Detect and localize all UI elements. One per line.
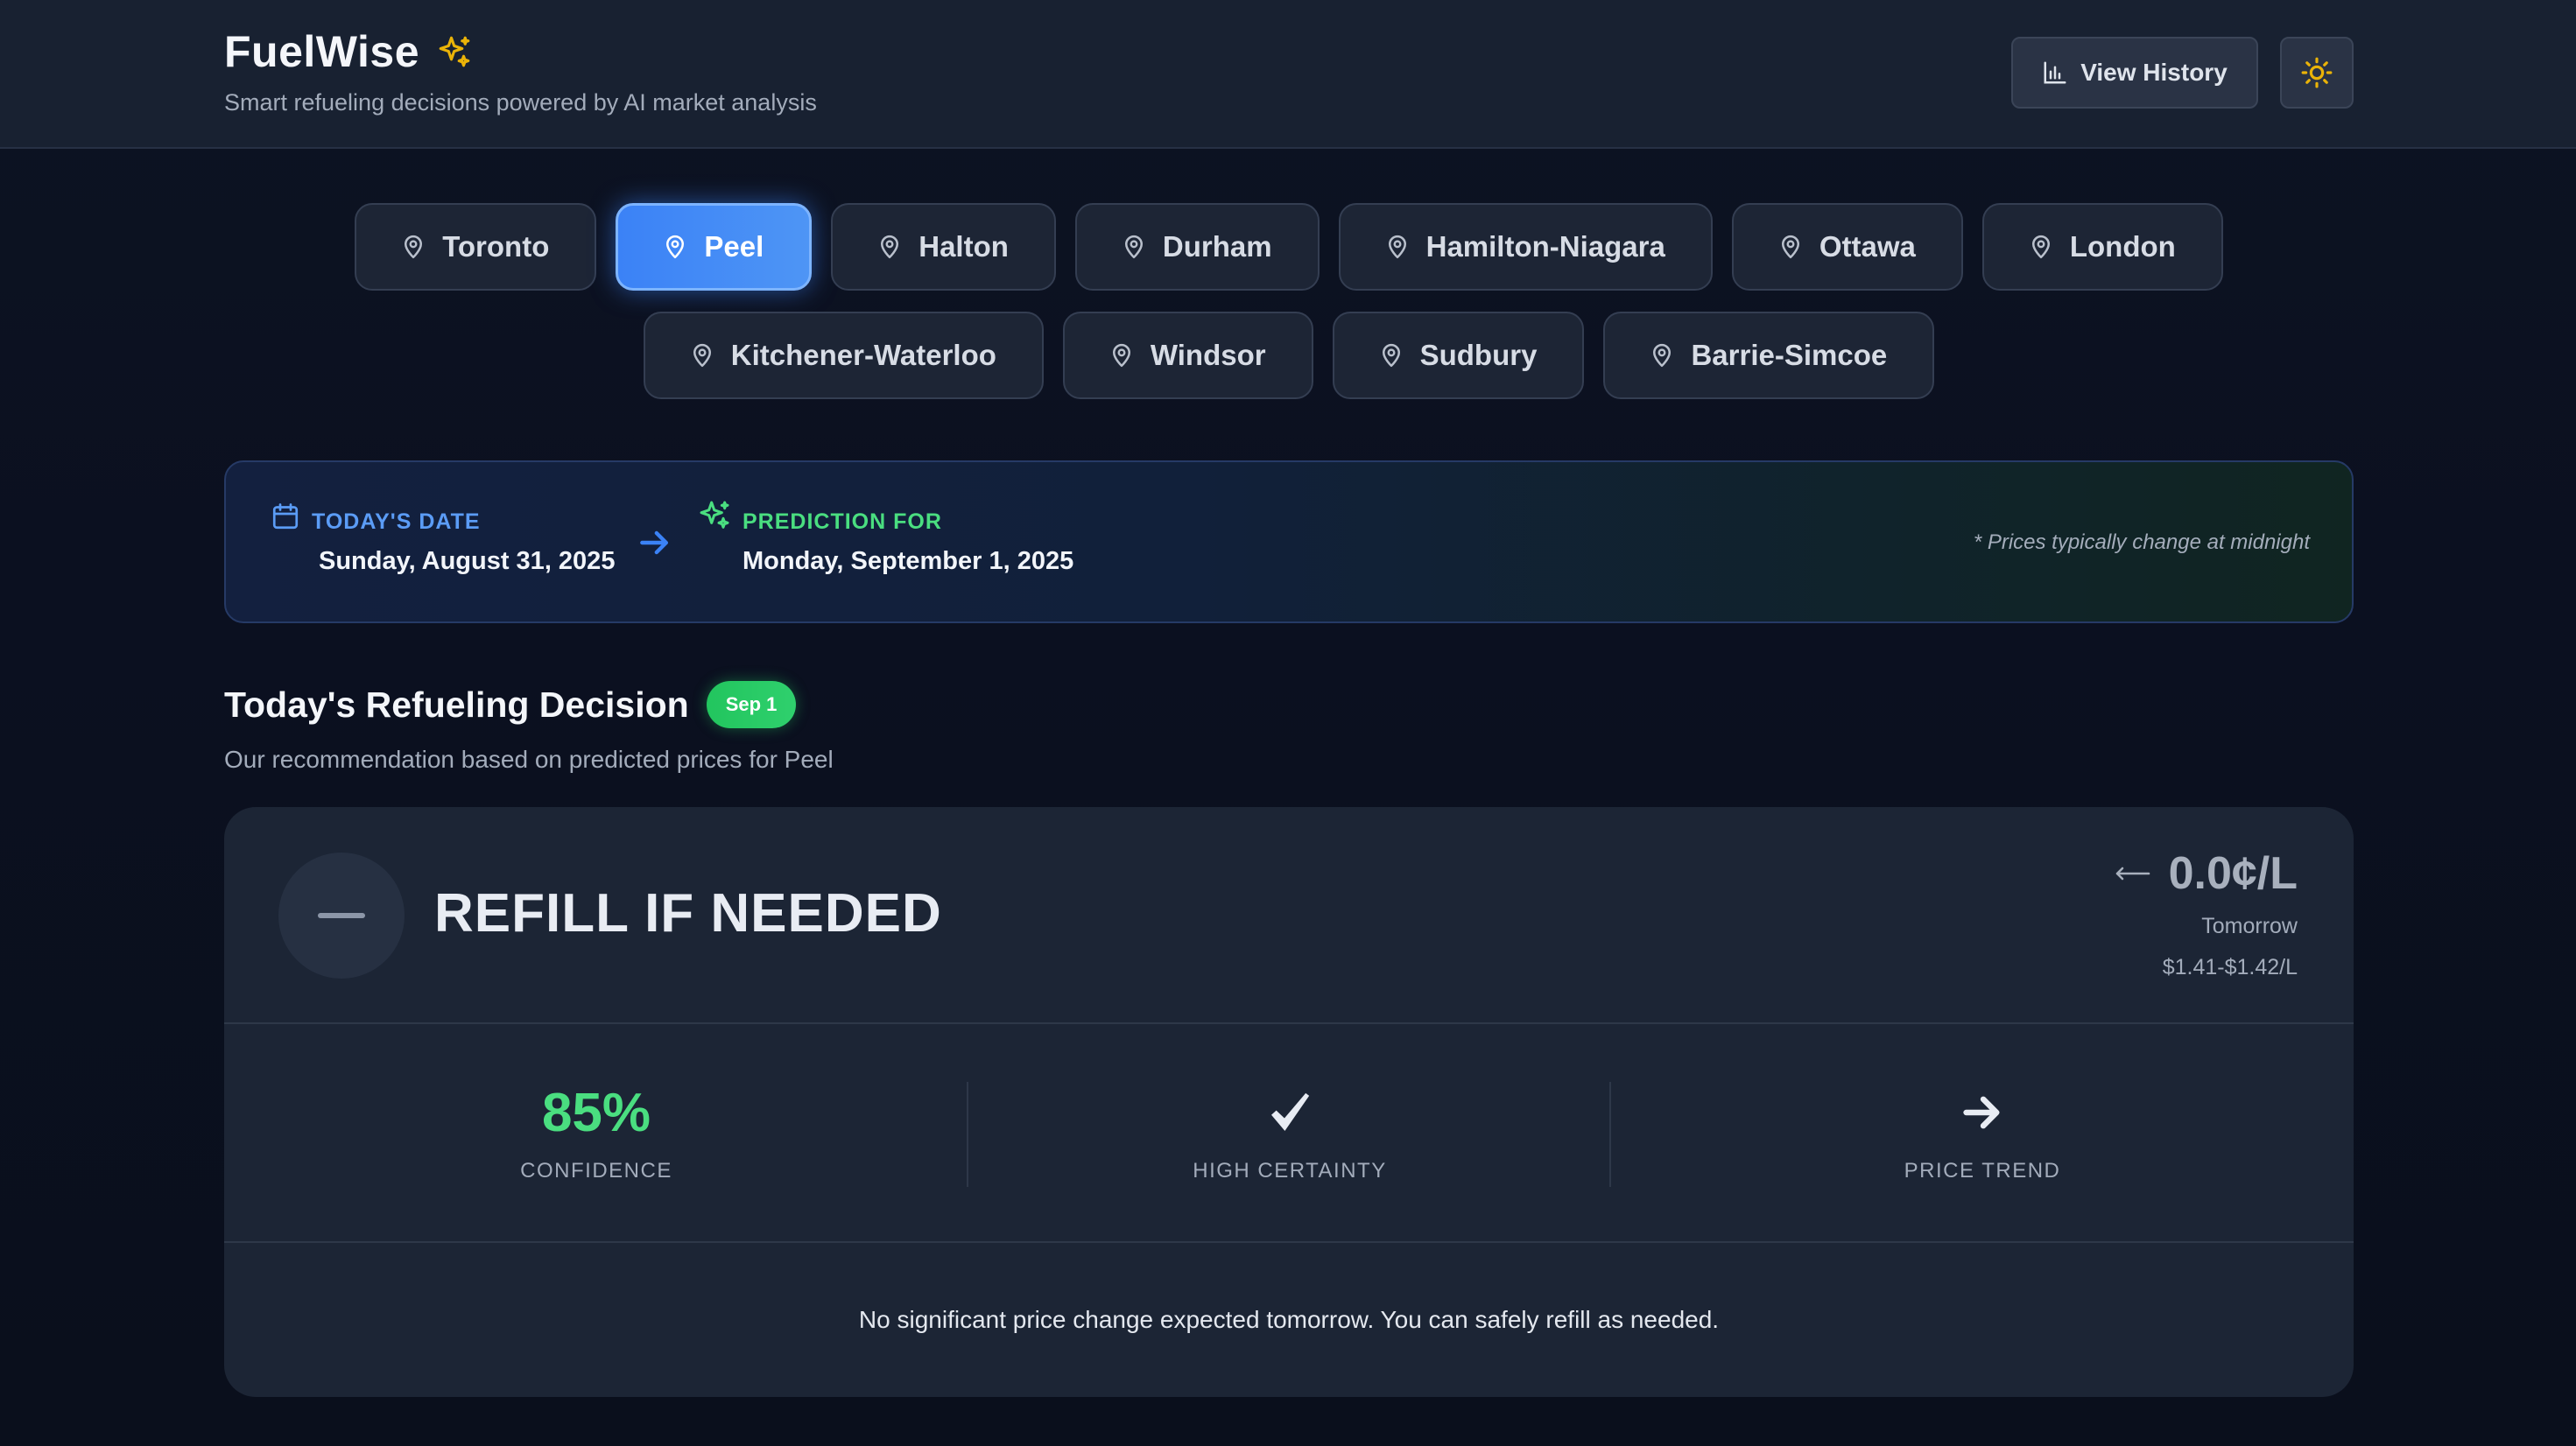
today-label: TODAY'S DATE [312, 509, 481, 534]
region-pill-hamilton-niagara[interactable]: Hamilton-Niagara [1338, 203, 1713, 291]
stats-row: 85% CONFIDENCE HIGH CERTAINTY PRICE TREN… [224, 1024, 2354, 1243]
price-change-when: Tomorrow [2201, 914, 2298, 938]
map-pin-icon [666, 235, 685, 259]
region-pill-halton[interactable]: Halton [831, 203, 1056, 291]
confidence-label: CONFIDENCE [520, 1159, 672, 1183]
region-selector: Toronto Peel Halton Durham Hamilton-Niagara O… [224, 203, 2354, 420]
view-history-label: View History [2080, 59, 2228, 86]
prediction-date-block: PREDICTION FOR Monday, September 1, 2025 [697, 501, 1074, 576]
map-pin-icon [693, 343, 711, 368]
region-pill-sudbury[interactable]: Sudbury [1332, 312, 1585, 399]
region-row: Toronto Peel Halton Durham Hamilton-Niagara O… [224, 203, 2354, 291]
date-banner: TODAY'S DATE Sunday, August 31, 2025 PRE… [224, 460, 2354, 623]
region-pill-label: Barrie-Simcoe [1691, 339, 1888, 371]
region-pill-windsor[interactable]: Windsor [1062, 312, 1313, 399]
confidence-stat: 85% CONFIDENCE [224, 1024, 968, 1241]
certainty-stat: HIGH CERTAINTY [968, 1024, 1611, 1241]
today-date-block: TODAY'S DATE Sunday, August 31, 2025 [270, 502, 616, 576]
region-pill-ottawa[interactable]: Ottawa [1731, 203, 1963, 291]
map-pin-icon [1781, 235, 1799, 259]
region-row: Kitchener-Waterloo Windsor Sudbury Barrie-S… [224, 312, 2354, 399]
map-pin-icon [881, 235, 899, 259]
theme-toggle-button[interactable] [2280, 37, 2354, 109]
recommendation-text: REFILL IF NEEDED [434, 883, 942, 944]
region-pill-label: Sudbury [1419, 339, 1538, 371]
brand: FuelWise Smart refueling decisions power… [224, 26, 817, 116]
trend-stat: PRICE TREND [1611, 1024, 2354, 1241]
map-pin-icon [405, 235, 423, 259]
app-subtitle: Smart refueling decisions powered by AI … [224, 89, 817, 116]
region-pill-durham[interactable]: Durham [1074, 203, 1320, 291]
region-pill-label: Halton [918, 230, 1009, 263]
neutral-minus-icon [278, 853, 405, 979]
today-value: Sunday, August 31, 2025 [319, 547, 616, 575]
map-pin-icon [1653, 343, 1672, 368]
bar-chart-icon [2044, 61, 2066, 84]
app-title: FuelWise [224, 27, 420, 76]
arrow-right-icon [640, 530, 669, 555]
app-header: FuelWise Smart refueling decisions power… [0, 0, 2576, 149]
certainty-label: HIGH CERTAINTY [1193, 1159, 1387, 1183]
sparkles-icon [439, 36, 469, 67]
sparkles-icon [700, 501, 729, 529]
date-badge: Sep 1 [706, 681, 797, 728]
price-change-note: * Prices typically change at midnight [1973, 530, 2310, 554]
checkmark-icon [1271, 1092, 1310, 1131]
confidence-value: 85% [541, 1082, 651, 1143]
region-pill-kitchener-waterloo[interactable]: Kitchener-Waterloo [643, 312, 1044, 399]
decision-heading: Today's Refueling Decision Sep 1 [224, 681, 797, 728]
region-pill-label: Ottawa [1819, 230, 1916, 263]
price-range: $1.41-$1.42/L [2162, 955, 2298, 979]
region-pill-toronto[interactable]: Toronto [355, 203, 597, 291]
calendar-icon [272, 502, 299, 529]
map-pin-icon [1382, 343, 1400, 368]
arrow-right-icon [1963, 1096, 2000, 1129]
region-pill-label: London [2069, 230, 2176, 263]
section-title: Today's Refueling Decision [224, 684, 689, 725]
region-pill-label: Toronto [442, 230, 550, 263]
region-pill-label: Peel [704, 230, 764, 263]
price-change-box: 0.0¢/L Tomorrow $1.41-$1.42/L [2115, 847, 2298, 980]
region-pill-peel[interactable]: Peel [616, 203, 813, 291]
view-history-button[interactable]: View History [2011, 37, 2258, 109]
region-pill-label: Durham [1162, 230, 1272, 263]
region-pill-label: Hamilton-Niagara [1425, 230, 1665, 263]
region-pill-label: Kitchener-Waterloo [730, 339, 996, 371]
section-subtitle: Our recommendation based on predicted pr… [224, 746, 834, 773]
arrow-left-right-icon [2115, 867, 2150, 881]
prediction-value: Monday, September 1, 2025 [743, 547, 1074, 575]
region-pill-label: Windsor [1150, 339, 1266, 371]
decision-summary: No significant price change expected tom… [858, 1306, 1720, 1333]
recommendation-header: REFILL IF NEEDED 0.0¢/L Tomorrow $1.41-$… [224, 807, 2354, 1024]
sun-icon [2301, 57, 2333, 88]
decision-card: REFILL IF NEEDED 0.0¢/L Tomorrow $1.41-$… [224, 807, 2354, 1397]
map-pin-icon [1124, 235, 1143, 259]
map-pin-icon [1112, 343, 1130, 368]
map-pin-icon [2031, 235, 2050, 259]
price-change-value: 0.0¢/L [2168, 848, 2298, 899]
trend-label: PRICE TREND [1904, 1159, 2061, 1183]
prediction-label: PREDICTION FOR [743, 509, 942, 534]
region-pill-barrie-simcoe[interactable]: Barrie-Simcoe [1603, 312, 1935, 399]
region-pill-london[interactable]: London [1981, 203, 2223, 291]
map-pin-icon [1388, 235, 1406, 259]
